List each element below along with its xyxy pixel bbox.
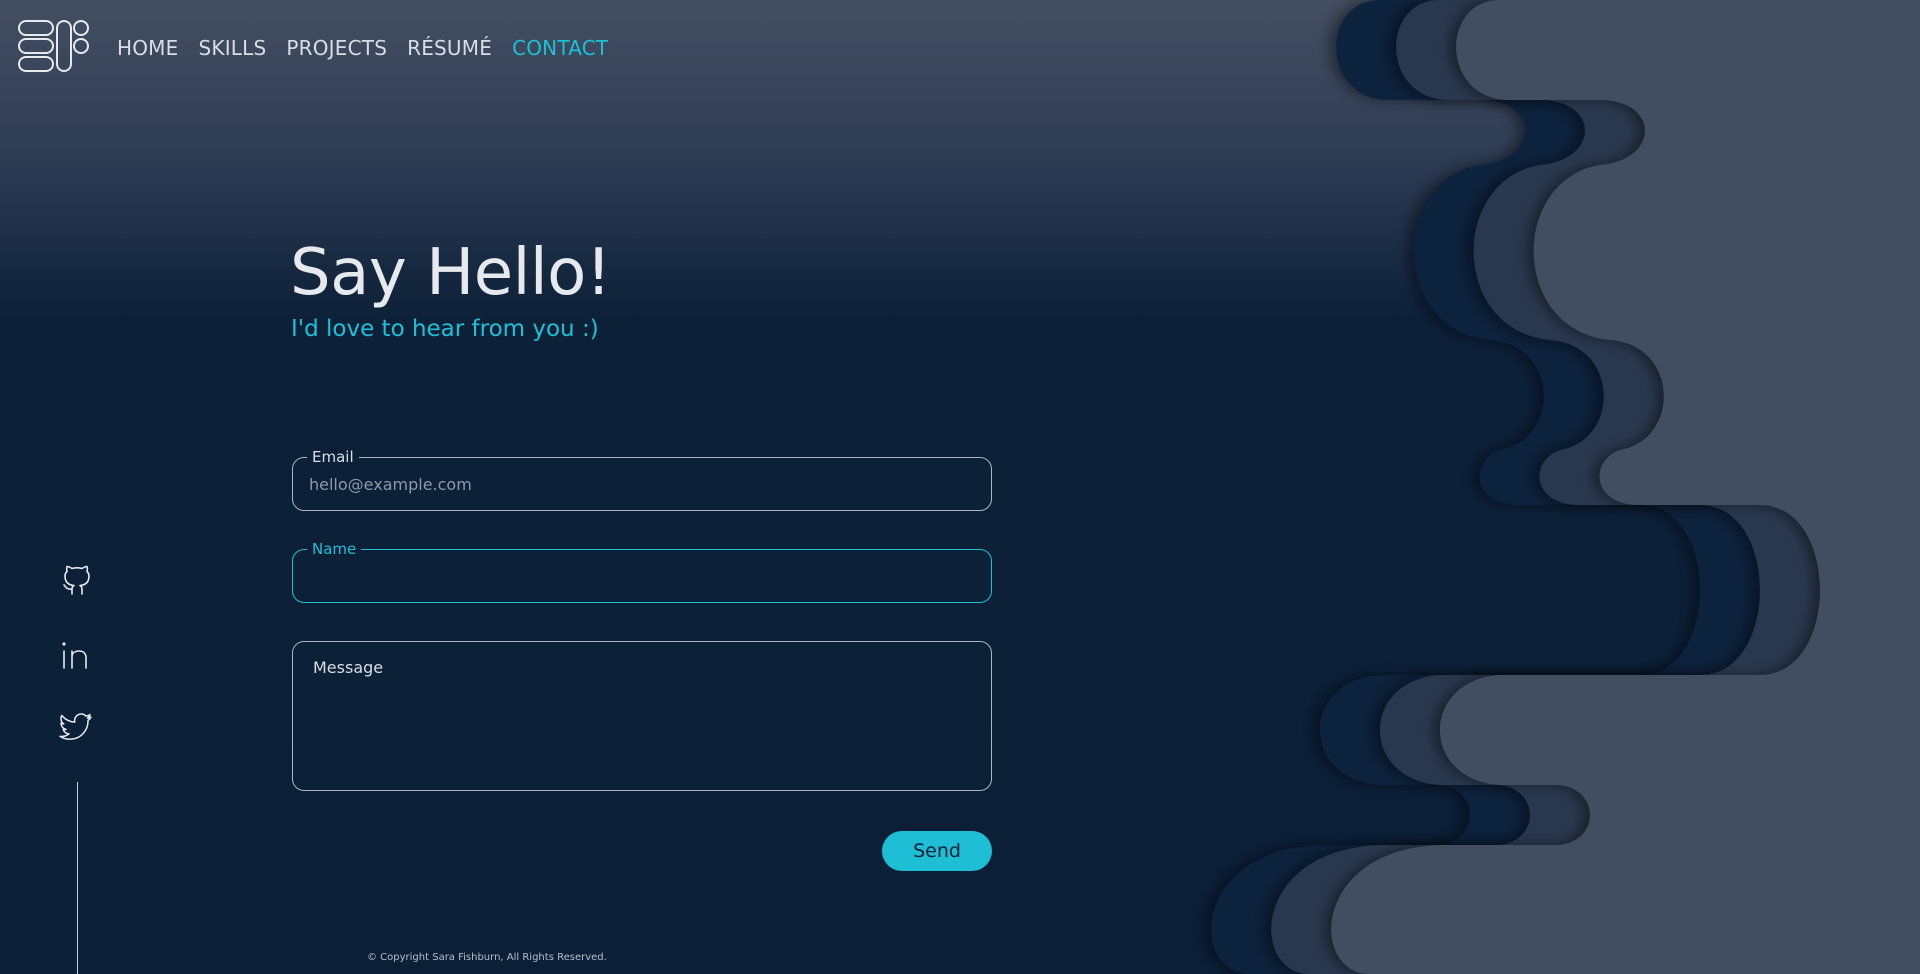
- email-field: Email: [292, 448, 992, 511]
- twitter-link[interactable]: [58, 708, 96, 746]
- email-label: Email: [307, 448, 359, 466]
- page-subtitle: I'd love to hear from you :): [291, 316, 599, 342]
- message-field: [292, 641, 992, 791]
- nav-projects-link[interactable]: PROJECTS: [286, 36, 387, 60]
- nav-skills-link[interactable]: SKILLS: [198, 36, 266, 60]
- name-label: Name: [307, 540, 362, 558]
- main-nav: HOME SKILLS PROJECTS RÉSUMÉ CONTACT: [117, 36, 608, 60]
- github-link[interactable]: [58, 561, 96, 599]
- name-field: Name: [292, 540, 992, 603]
- nav-contact-link[interactable]: CONTACT: [512, 36, 608, 60]
- page-title: Say Hello!: [290, 236, 611, 310]
- email-input[interactable]: [293, 458, 991, 510]
- linkedin-link[interactable]: [58, 636, 96, 674]
- github-icon: [63, 565, 90, 595]
- nav-resume-link[interactable]: RÉSUMÉ: [407, 36, 492, 60]
- logo[interactable]: [18, 19, 90, 73]
- copyright-text: © Copyright Sara Fishburn, All Rights Re…: [367, 952, 607, 963]
- name-input[interactable]: [293, 550, 991, 602]
- linkedin-icon: [62, 642, 87, 669]
- message-input[interactable]: [293, 642, 991, 790]
- nav-home-link[interactable]: HOME: [117, 36, 178, 60]
- twitter-icon: [59, 713, 92, 741]
- sidebar-divider: [77, 782, 78, 974]
- send-button[interactable]: Send: [882, 831, 992, 871]
